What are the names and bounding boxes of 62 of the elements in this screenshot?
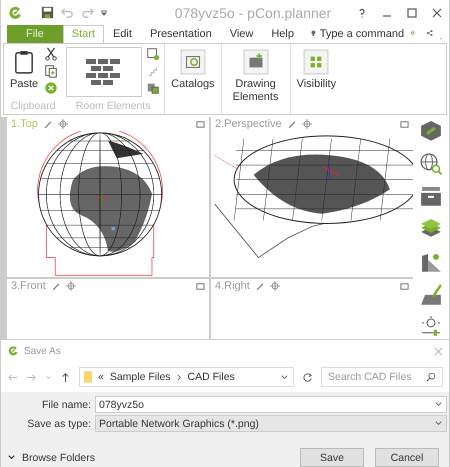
pen-icon[interactable]	[254, 281, 265, 291]
dialog-button[interactable]: Save	[300, 448, 364, 467]
paste-button[interactable]: Paste	[8, 47, 40, 100]
grid-icon	[303, 49, 330, 75]
ribbon-tab[interactable]: Edit	[104, 25, 141, 43]
address-bar[interactable]: « Sample Files CAD Files	[79, 367, 294, 387]
window-title: 078yvz5o - pCon.planner	[174, 4, 332, 20]
customize-caret-icon[interactable]	[100, 8, 108, 16]
maximize-icon[interactable]	[400, 120, 409, 128]
crosshair-icon[interactable]	[270, 281, 280, 291]
crosshair-icon[interactable]	[302, 119, 312, 129]
chevron-down-icon	[7, 453, 16, 462]
folder-icon	[84, 371, 92, 383]
image-icon	[242, 49, 269, 75]
crosshair-icon[interactable]	[66, 281, 76, 291]
breadcrumb-item[interactable]: CAD Files	[188, 371, 235, 383]
dialog-title: Save As	[24, 346, 61, 356]
save-icon[interactable]	[40, 5, 55, 20]
group-label: Room Elements	[74, 100, 152, 114]
catalogs-button[interactable]: Catalogs	[169, 47, 217, 93]
close-icon[interactable]	[431, 6, 443, 18]
group-label: Clipboard	[10, 100, 57, 114]
file-name-field[interactable]: 078yvz5o	[95, 396, 447, 413]
maximize-icon[interactable]	[196, 120, 205, 128]
maximize-icon[interactable]	[400, 282, 409, 290]
file-type-dropdown[interactable]: Portable Network Graphics (*.png)	[95, 415, 447, 432]
scissors-icon[interactable]	[44, 47, 58, 61]
visibility-button[interactable]: Visibility	[294, 47, 338, 93]
ribbon-tab[interactable]: View	[220, 25, 262, 43]
breadcrumb-overflow[interactable]: «	[98, 371, 104, 383]
maximize-icon[interactable]	[196, 282, 205, 290]
browse-folders-toggle[interactable]: Browse Folders	[7, 452, 95, 464]
drawing-elements-button[interactable]: Drawing Elements	[226, 47, 286, 106]
dialog-button[interactable]: Cancel	[375, 448, 439, 467]
chevron-right-icon	[176, 374, 182, 380]
app-logo-icon	[7, 345, 19, 357]
drawer-icon[interactable]	[419, 184, 443, 208]
refresh-icon[interactable]	[302, 372, 313, 382]
chevron-down-icon	[434, 419, 443, 428]
copy-icon[interactable]	[44, 64, 58, 78]
breadcrumb-item[interactable]: Sample Files	[110, 371, 171, 383]
pen-icon[interactable]	[42, 119, 53, 129]
maximize-icon[interactable]	[406, 6, 418, 18]
chevron-down-icon	[434, 400, 443, 409]
globe-search-icon[interactable]	[419, 152, 443, 176]
crosshair-icon[interactable]	[58, 119, 68, 129]
up-arrow-icon[interactable]	[60, 372, 71, 382]
search-icon	[426, 372, 436, 382]
ribbon-tab[interactable]: Help	[262, 25, 303, 43]
terrain-pencil-icon[interactable]	[419, 282, 443, 306]
command-search-field[interactable]: Type a command	[320, 28, 404, 43]
field-label: File name:	[40, 398, 91, 410]
app-logo-icon[interactable]	[7, 4, 23, 20]
clipboard-icon	[14, 49, 34, 75]
pen-icon[interactable]	[50, 281, 61, 291]
catalog-icon	[180, 49, 206, 75]
field-label: Save as type:	[26, 418, 91, 430]
chevron-down-icon[interactable]	[280, 372, 289, 382]
pen-icon[interactable]	[286, 119, 297, 129]
wall-gallery[interactable]	[66, 47, 142, 97]
brick-wall-icon	[86, 59, 122, 85]
ribbon-tab[interactable]: Presentation	[140, 25, 221, 43]
